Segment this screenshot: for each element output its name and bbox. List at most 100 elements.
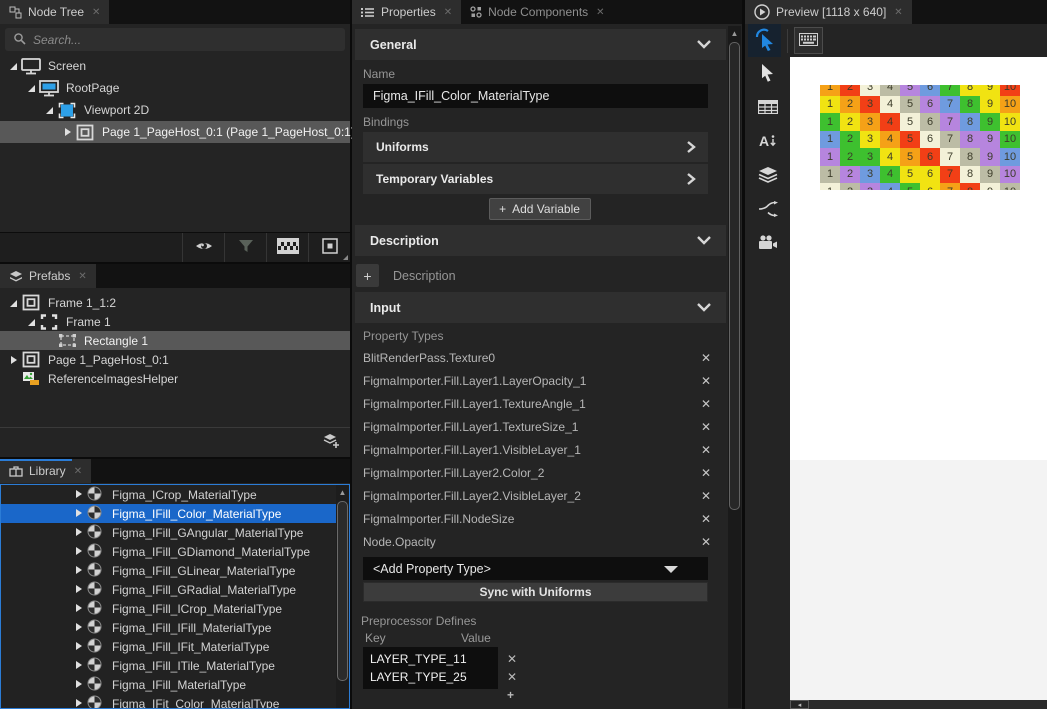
- tab-properties[interactable]: Properties ✕: [352, 0, 461, 24]
- expander-expanded-icon[interactable]: [42, 105, 56, 115]
- tab-node-tree[interactable]: Node Tree ✕: [0, 0, 109, 24]
- expander-collapsed-icon[interactable]: [73, 526, 83, 540]
- interact-tool-button[interactable]: [748, 24, 781, 57]
- layers-tool-button[interactable]: [745, 159, 790, 193]
- temporary-variables-row[interactable]: Temporary Variables: [363, 164, 708, 194]
- remove-icon[interactable]: ✕: [701, 351, 711, 365]
- search-input[interactable]: Search...: [5, 28, 345, 51]
- property-type-row[interactable]: FigmaImporter.Fill.NodeSize✕: [352, 507, 727, 530]
- checkerboard-background-button[interactable]: [266, 233, 308, 262]
- property-type-row[interactable]: FigmaImporter.Fill.Layer1.VisibleLayer_1…: [352, 438, 727, 461]
- tree-row[interactable]: Screen: [0, 55, 350, 77]
- expander-expanded-icon[interactable]: [6, 61, 20, 71]
- library-item[interactable]: Figma_ICrop_MaterialType: [1, 485, 349, 504]
- expander-collapsed-icon[interactable]: [73, 602, 83, 616]
- remove-icon[interactable]: ✕: [701, 512, 711, 526]
- tree-row[interactable]: Rectangle 1: [0, 331, 350, 350]
- tab-prefabs[interactable]: Prefabs ✕: [0, 264, 96, 288]
- library-item[interactable]: Figma_IFill_IFit_MaterialType: [1, 637, 349, 656]
- section-input[interactable]: Input: [355, 292, 726, 323]
- remove-icon[interactable]: ✕: [701, 374, 711, 388]
- property-type-row[interactable]: BlitRenderPass.Texture0✕: [352, 346, 727, 369]
- library-item[interactable]: Figma_IFill_GRadial_MaterialType: [1, 580, 349, 599]
- library-scrollbar-thumb[interactable]: [337, 501, 348, 681]
- tab-node-components[interactable]: Node Components ✕: [461, 0, 613, 24]
- tree-row[interactable]: Page 1_PageHost_0:1 (Page 1_PageHost_0:1…: [0, 121, 350, 143]
- library-item[interactable]: Figma_IFit_Color_MaterialType: [1, 694, 349, 709]
- expander-collapsed-icon[interactable]: [73, 640, 83, 654]
- library-item[interactable]: Figma_IFill_ICrop_MaterialType: [1, 599, 349, 618]
- name-field[interactable]: Figma_IFill_Color_MaterialType: [363, 84, 708, 108]
- property-type-row[interactable]: FigmaImporter.Fill.Layer2.Color_2✕: [352, 461, 727, 484]
- uniforms-row[interactable]: Uniforms: [363, 132, 708, 162]
- remove-icon[interactable]: ✕: [701, 489, 711, 503]
- expander-collapsed-icon[interactable]: [73, 545, 83, 559]
- expander-collapsed-icon[interactable]: [73, 488, 83, 502]
- expander-collapsed-icon[interactable]: [73, 678, 83, 692]
- camera-tool-button[interactable]: [745, 227, 790, 261]
- tree-row[interactable]: Viewport 2D: [0, 99, 350, 121]
- property-type-row[interactable]: FigmaImporter.Fill.Layer2.VisibleLayer_2…: [352, 484, 727, 507]
- remove-icon[interactable]: ✕: [507, 668, 517, 686]
- add-variable-button[interactable]: + Add Variable: [489, 198, 591, 220]
- expander-expanded-icon[interactable]: [24, 83, 38, 93]
- add-prefab-icon[interactable]: [322, 433, 340, 452]
- grid-tool-button[interactable]: [745, 91, 790, 125]
- add-define-icon[interactable]: +: [507, 686, 517, 704]
- property-type-row[interactable]: FigmaImporter.Fill.Layer1.TextureSize_1✕: [352, 415, 727, 438]
- expander-expanded-icon[interactable]: [24, 317, 38, 327]
- define-row[interactable]: LAYER_TYPE_11: [363, 650, 498, 668]
- expander-collapsed-icon[interactable]: [73, 697, 83, 709]
- virtual-keyboard-button[interactable]: [794, 27, 823, 54]
- tree-row[interactable]: ReferenceImagesHelper: [0, 369, 350, 388]
- add-description-button[interactable]: +: [356, 264, 379, 287]
- scroll-up-icon[interactable]: ▲: [728, 26, 741, 40]
- library-item[interactable]: Figma_IFill_Color_MaterialType: [1, 504, 349, 523]
- text-analyze-tool-button[interactable]: A: [745, 125, 790, 159]
- expander-expanded-icon[interactable]: [6, 298, 20, 308]
- connections-tool-button[interactable]: [745, 193, 790, 227]
- tree-row[interactable]: Frame 1: [0, 312, 350, 331]
- remove-icon[interactable]: ✕: [701, 535, 711, 549]
- close-icon[interactable]: ✕: [78, 271, 86, 282]
- expander-collapsed-icon[interactable]: [73, 621, 83, 635]
- remove-icon[interactable]: ✕: [701, 443, 711, 457]
- expander-collapsed-icon[interactable]: [73, 583, 83, 597]
- preview-target-button[interactable]: [308, 233, 350, 262]
- property-type-row[interactable]: FigmaImporter.Fill.Layer1.LayerOpacity_1…: [352, 369, 727, 392]
- sync-with-uniforms-button[interactable]: Sync with Uniforms: [363, 582, 708, 602]
- visibility-toggle-button[interactable]: [182, 233, 224, 262]
- library-item[interactable]: Figma_IFill_ITile_MaterialType: [1, 656, 349, 675]
- properties-scrollbar[interactable]: ▲: [728, 26, 741, 708]
- preview-hscrollbar[interactable]: ◂: [790, 700, 1047, 709]
- close-icon[interactable]: ✕: [92, 7, 100, 18]
- library-item[interactable]: Figma_IFill_MaterialType: [1, 675, 349, 694]
- close-icon[interactable]: ✕: [596, 7, 604, 18]
- property-type-row[interactable]: FigmaImporter.Fill.Layer1.TextureAngle_1…: [352, 392, 727, 415]
- close-icon[interactable]: ✕: [894, 7, 902, 18]
- remove-icon[interactable]: ✕: [507, 650, 517, 668]
- library-item[interactable]: Figma_IFill_GDiamond_MaterialType: [1, 542, 349, 561]
- tab-preview[interactable]: Preview [1118 x 640] ✕: [745, 0, 912, 24]
- scroll-left-icon[interactable]: ◂: [790, 700, 809, 709]
- scroll-up-icon[interactable]: ▲: [336, 485, 349, 499]
- section-general[interactable]: General: [355, 29, 726, 60]
- close-icon[interactable]: ✕: [444, 7, 452, 18]
- expander-collapsed-icon[interactable]: [73, 564, 83, 578]
- expander-collapsed-icon[interactable]: [6, 355, 20, 365]
- library-item[interactable]: Figma_IFill_GLinear_MaterialType: [1, 561, 349, 580]
- close-icon[interactable]: ✕: [74, 466, 82, 477]
- define-row[interactable]: LAYER_TYPE_25: [363, 668, 498, 686]
- add-property-type-dropdown[interactable]: <Add Property Type>: [363, 557, 708, 580]
- remove-icon[interactable]: ✕: [701, 420, 711, 434]
- tree-row[interactable]: Page 1_PageHost_0:1: [0, 350, 350, 369]
- remove-icon[interactable]: ✕: [701, 397, 711, 411]
- tree-row[interactable]: Frame 1_1:2: [0, 293, 350, 312]
- tree-row[interactable]: RootPage: [0, 77, 350, 99]
- expander-collapsed-icon[interactable]: [73, 659, 83, 673]
- library-scrollbar[interactable]: ▲: [336, 485, 349, 708]
- properties-scrollbar-thumb[interactable]: [729, 42, 740, 510]
- select-tool-button[interactable]: [745, 57, 790, 91]
- tab-library[interactable]: Library ✕: [0, 459, 91, 483]
- expander-collapsed-icon[interactable]: [60, 127, 74, 137]
